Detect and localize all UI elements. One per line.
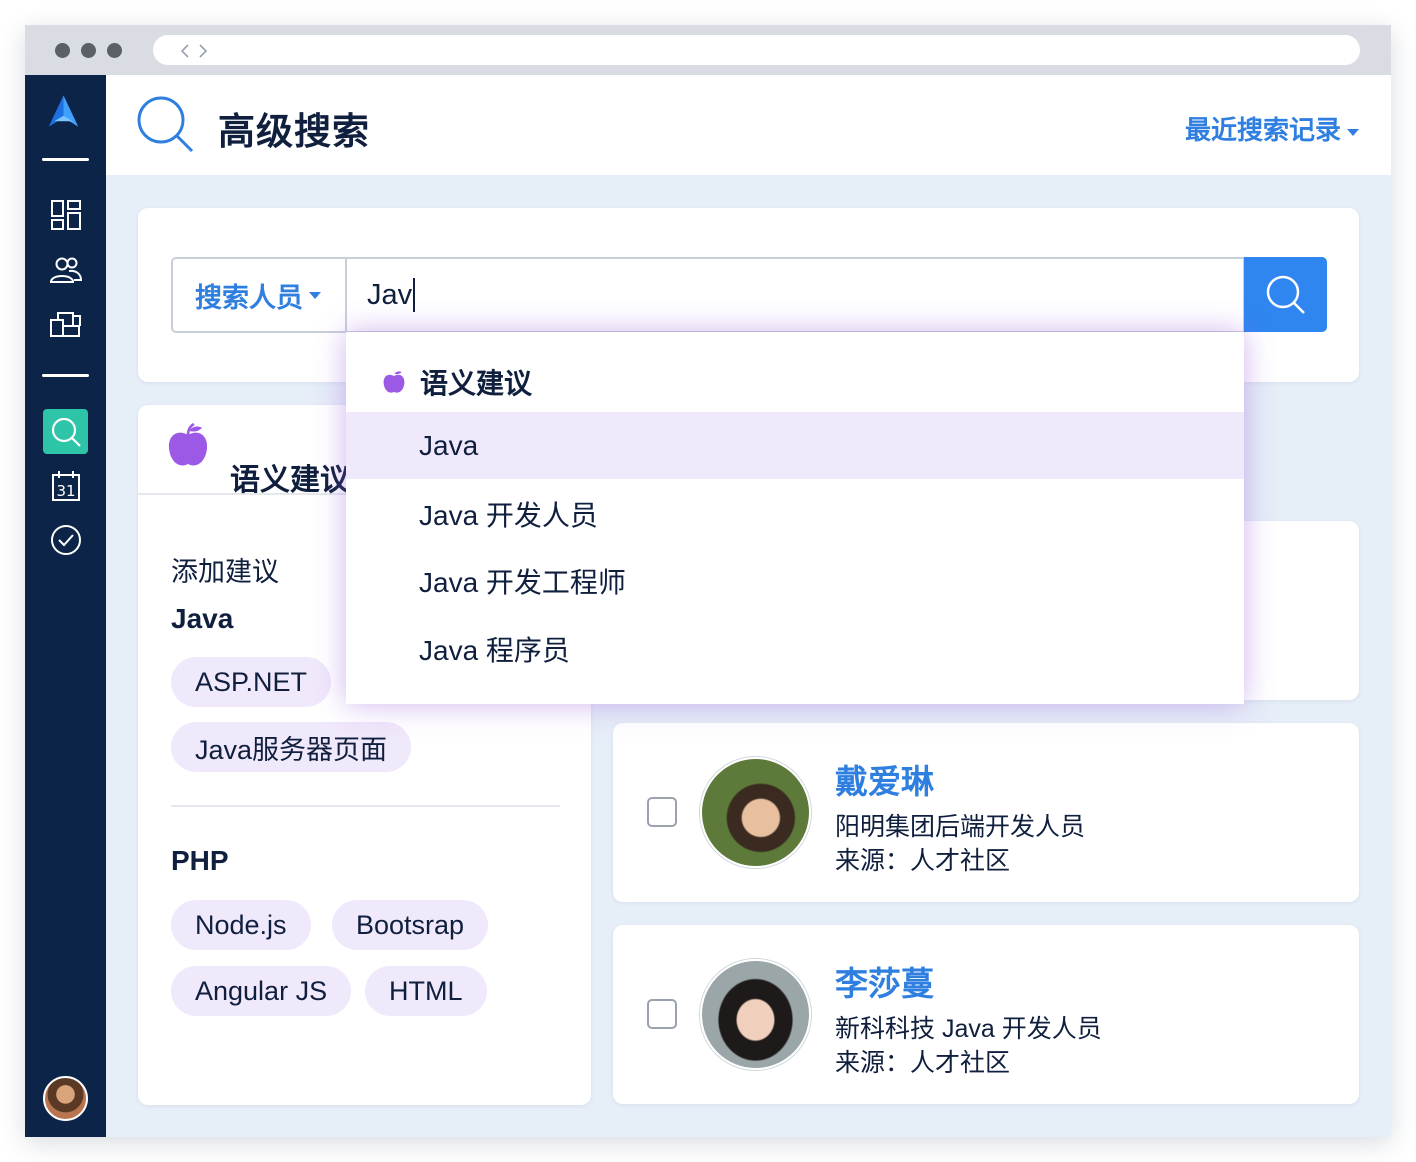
window-close-dot[interactable] — [55, 43, 70, 58]
result-card[interactable]: 戴爱琳 阳明集团后端开发人员 来源：人才社区 — [613, 723, 1359, 902]
text-cursor — [413, 278, 416, 312]
folders-icon[interactable] — [47, 305, 84, 342]
candidate-name[interactable]: 李莎蔓 — [835, 957, 934, 1005]
sidebar-divider — [42, 158, 89, 161]
result-card[interactable]: 李莎蔓 新科科技 Java 开发人员 来源：人才社区 — [613, 925, 1359, 1104]
autocomplete-heading: 语义建议 — [382, 362, 532, 402]
suggestion-chip[interactable]: HTML — [365, 966, 487, 1016]
autocomplete-option[interactable]: Java 程序员 — [346, 615, 1244, 682]
dashboard-icon[interactable] — [47, 196, 84, 233]
suggestions-panel-title: 语义建议 — [230, 464, 350, 497]
group-divider — [171, 805, 560, 807]
sidebar-divider — [42, 374, 89, 377]
recent-searches-dropdown[interactable]: 最近搜索记录 — [1185, 110, 1359, 147]
back-forward-icon[interactable] — [181, 44, 207, 58]
page-header: 高级搜索 最近搜索记录 — [106, 75, 1391, 175]
sidebar: 31 — [25, 75, 106, 1137]
autocomplete-option[interactable]: Java 开发工程师 — [346, 547, 1244, 614]
calendar-icon[interactable]: 31 — [47, 467, 84, 504]
search-icon — [137, 96, 194, 153]
chevron-down-icon — [1347, 128, 1359, 136]
select-checkbox[interactable] — [647, 797, 677, 827]
autocomplete-heading-label: 语义建议 — [420, 368, 533, 399]
calendar-day-number: 31 — [56, 482, 75, 500]
search-input[interactable]: Jav — [345, 257, 1245, 333]
autocomplete-option[interactable]: Java 开发人员 — [346, 480, 1244, 547]
candidate-source: 来源：人才社区 — [835, 847, 1011, 875]
suggestion-chip[interactable]: Bootsrap — [332, 900, 489, 950]
search-icon — [1266, 275, 1305, 314]
candidate-title: 阳明集团后端开发人员 — [835, 813, 1086, 841]
suggestion-group-title: Java — [171, 603, 234, 634]
suggestion-chip[interactable]: Java服务器页面 — [171, 722, 412, 772]
page-title: 高级搜索 — [218, 111, 370, 152]
candidate-avatar — [700, 757, 811, 868]
suggestion-chip[interactable]: Angular JS — [171, 966, 352, 1016]
add-suggestion-link[interactable]: 添加建议 — [171, 550, 279, 589]
candidate-source: 来源：人才社区 — [835, 1049, 1011, 1077]
window-minimize-dot[interactable] — [81, 43, 96, 58]
apple-icon — [383, 371, 405, 393]
search-button[interactable] — [1244, 257, 1327, 332]
search-scope-label: 搜索人员 — [195, 282, 303, 313]
candidate-title: 新科科技 Java 开发人员 — [835, 1015, 1102, 1043]
apple-icon — [168, 423, 208, 466]
search-scope-select[interactable]: 搜索人员 — [171, 257, 347, 333]
suggestion-chip[interactable]: Node.js — [171, 900, 311, 950]
autocomplete-option[interactable]: Java — [346, 412, 1244, 479]
suggestion-chip[interactable]: ASP.NET — [171, 657, 332, 707]
users-icon[interactable] — [47, 251, 84, 288]
chevron-down-icon — [309, 291, 321, 299]
address-bar[interactable] — [153, 35, 1360, 65]
select-checkbox[interactable] — [647, 999, 677, 1029]
user-avatar[interactable] — [43, 1076, 88, 1121]
candidate-name[interactable]: 戴爱琳 — [835, 755, 934, 803]
search-icon — [51, 417, 81, 447]
app-window: 31 高级搜索 最近搜索记录 搜索人员 Jav 语义建议 添加建议 Java A… — [25, 25, 1391, 1137]
recent-searches-label: 最近搜索记录 — [1184, 115, 1341, 145]
search-nav-item[interactable] — [43, 409, 88, 454]
browser-chrome — [25, 25, 1391, 75]
suggestion-group-title: PHP — [171, 845, 229, 876]
check-circle-icon[interactable] — [47, 521, 84, 558]
autocomplete-dropdown: 语义建议 Java Java 开发人员 Java 开发工程师 Java 程序员 — [346, 332, 1244, 704]
app-logo-icon[interactable] — [45, 93, 82, 130]
search-query-text: Jav — [367, 278, 413, 311]
candidate-avatar — [700, 959, 811, 1070]
window-maximize-dot[interactable] — [107, 43, 122, 58]
